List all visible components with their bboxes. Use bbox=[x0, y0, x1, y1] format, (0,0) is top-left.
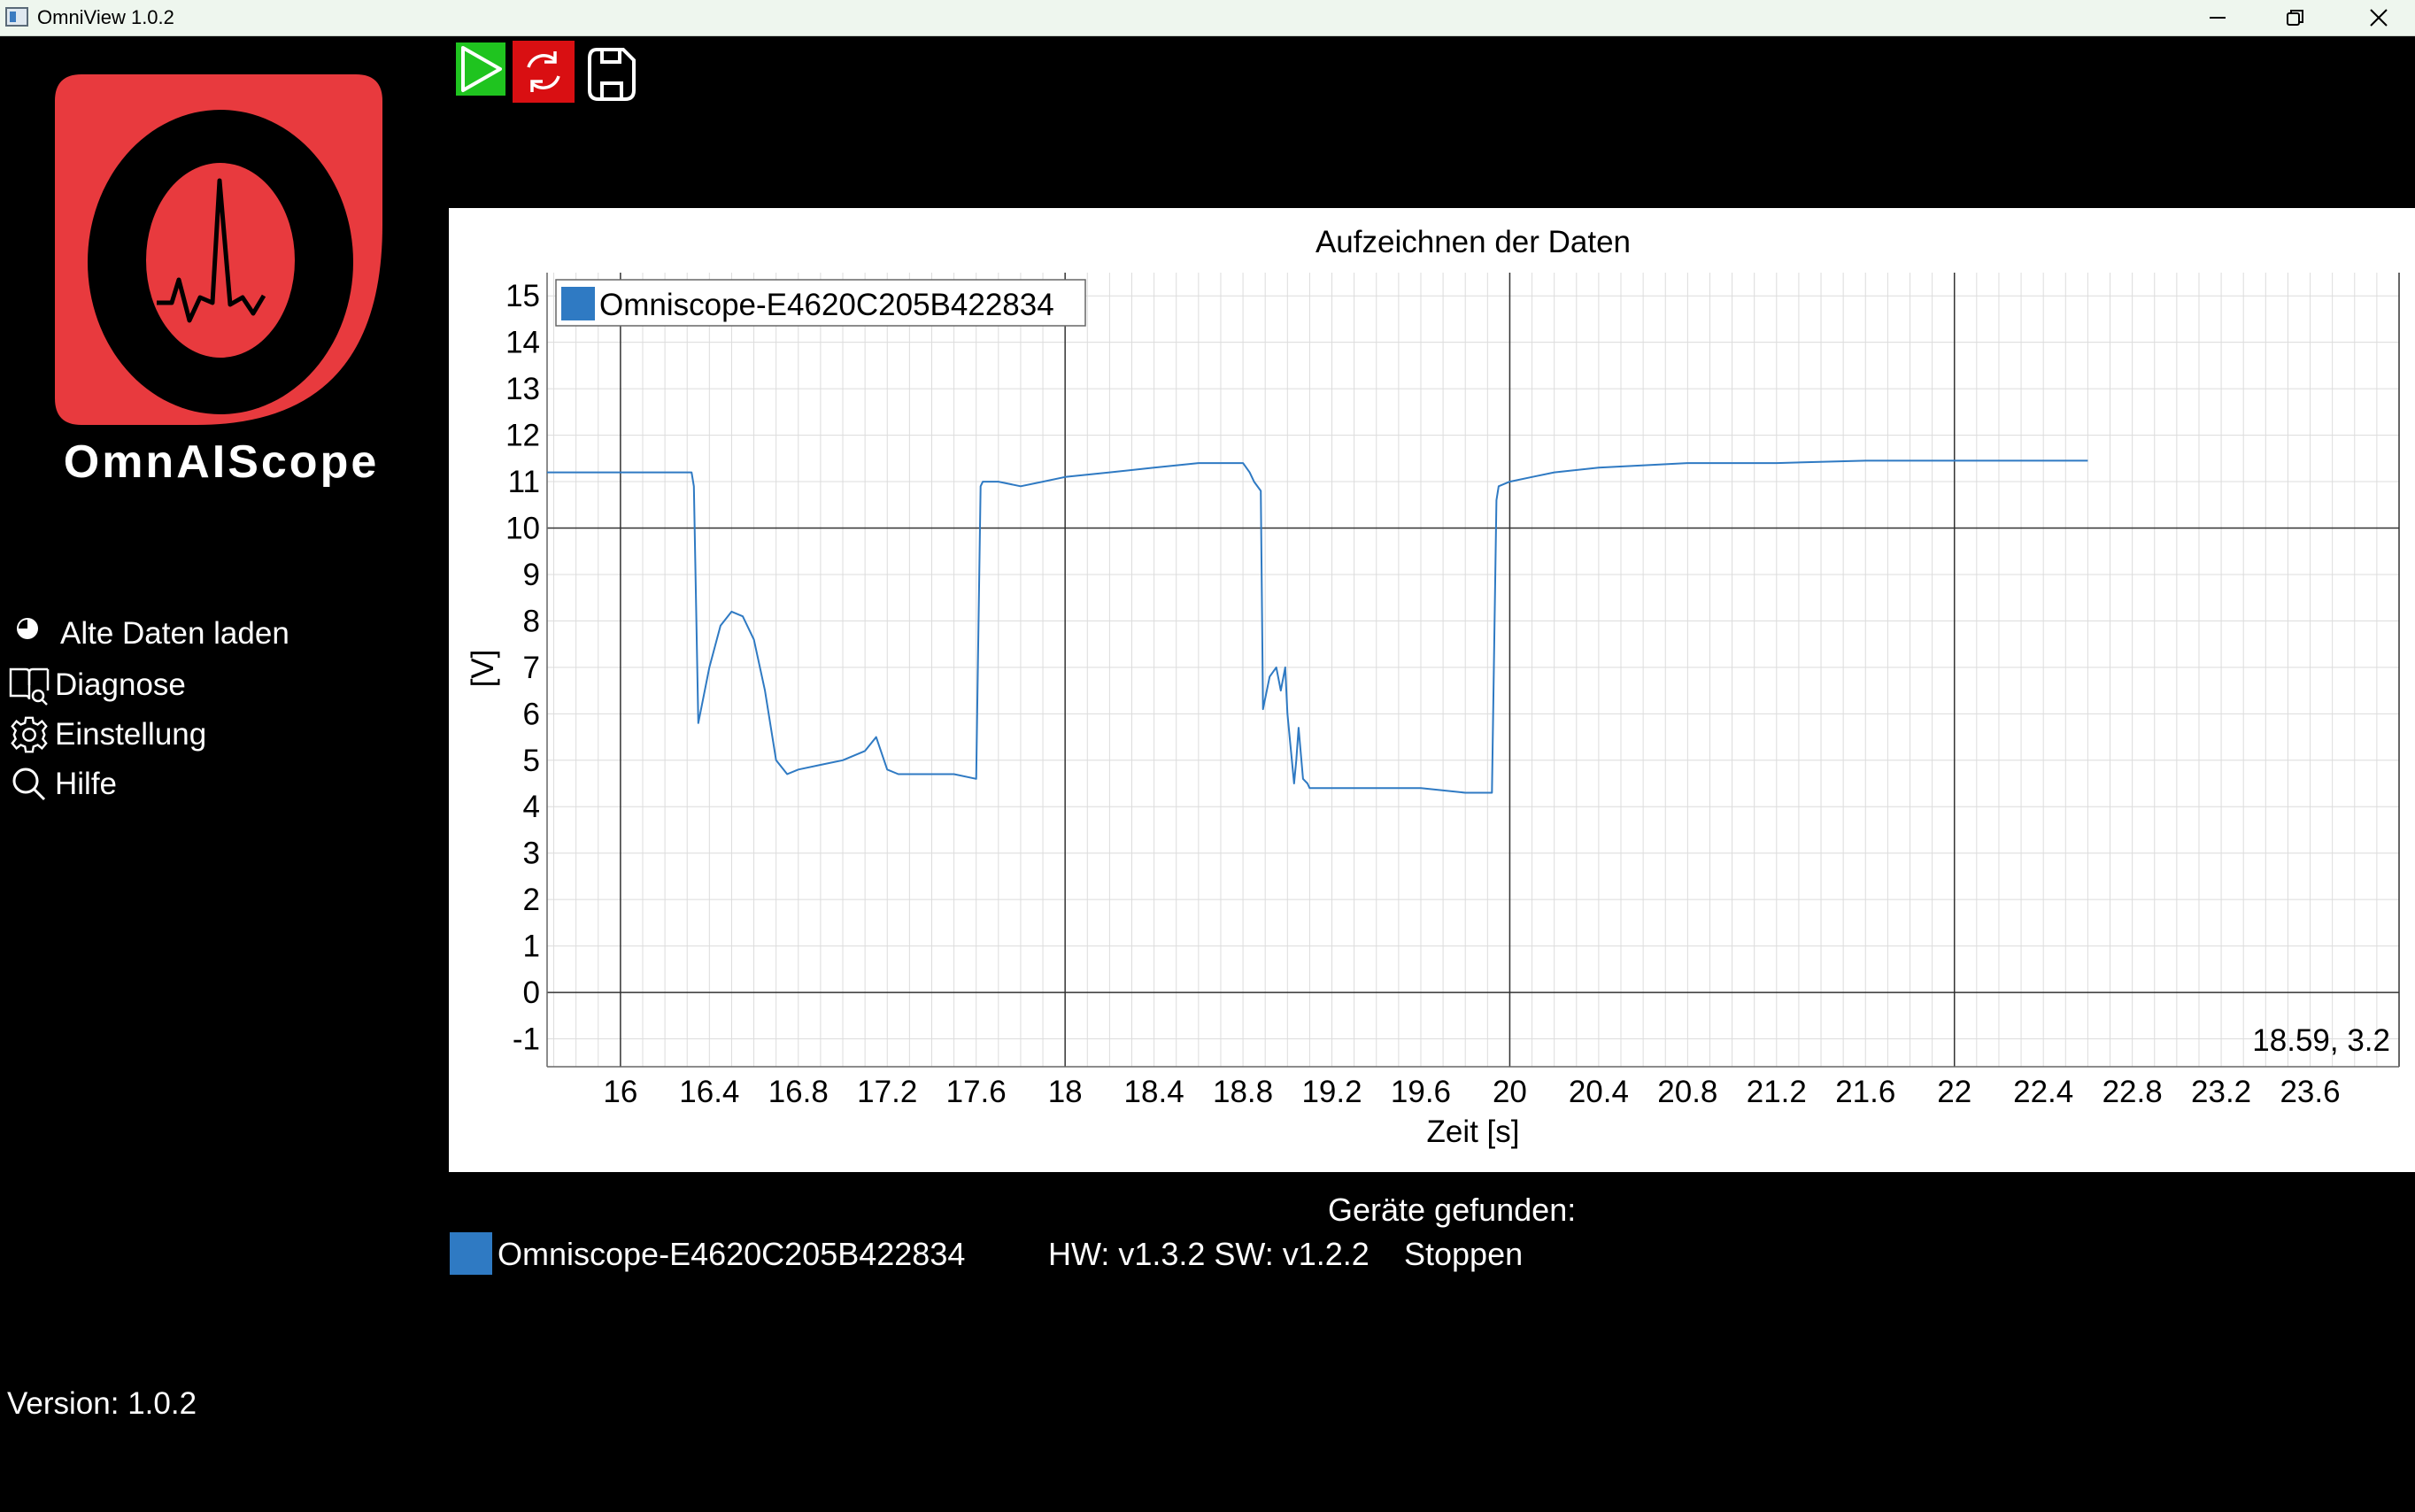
version-label: Version: 1.0.2 bbox=[7, 1386, 197, 1421]
minor-grid bbox=[547, 273, 2400, 1067]
chart-panel: 16 16.4 16.8 17.2 17.6 18 18.4 18.8 19.2 19.6 20 20… bbox=[449, 208, 2415, 1172]
y-tick-label: -1 bbox=[513, 1022, 540, 1057]
y-tick-label: 5 bbox=[523, 744, 540, 778]
restore-icon bbox=[2287, 10, 2303, 26]
x-tick-label: 22.4 bbox=[2013, 1075, 2073, 1109]
minimize-button[interactable] bbox=[2178, 0, 2257, 35]
sidebar-item-label: Hilfe bbox=[55, 767, 118, 801]
legend-swatch bbox=[561, 287, 595, 320]
x-tick-label: 16.8 bbox=[768, 1075, 829, 1109]
y-tick-label: 2 bbox=[523, 883, 540, 917]
x-tick-label: 16.4 bbox=[679, 1075, 739, 1109]
y-tick-label: 7 bbox=[523, 651, 540, 685]
omniscope-logo bbox=[55, 74, 382, 425]
x-tick-label: 19.2 bbox=[1301, 1075, 1362, 1109]
reset-button[interactable] bbox=[513, 41, 575, 103]
cursor-readout: 18.59, 3.2 bbox=[2252, 1023, 2390, 1058]
x-tick-labels: 16 16.4 16.8 17.2 17.6 18 18.4 18.8 19.2 19.6 20 20… bbox=[603, 1075, 2340, 1109]
x-tick-label: 22.8 bbox=[2103, 1075, 2163, 1109]
y-tick-label: 10 bbox=[505, 512, 540, 546]
voltage-chart[interactable]: 16 16.4 16.8 17.2 17.6 18 18.4 18.8 19.2 19.6 20 20… bbox=[449, 208, 2415, 1172]
save-button[interactable] bbox=[586, 46, 637, 103]
minimize-icon bbox=[2210, 17, 2226, 19]
x-tick-label: 22 bbox=[1937, 1075, 1971, 1109]
play-icon bbox=[456, 42, 505, 96]
sidebar-item-label: Diagnose bbox=[55, 667, 186, 702]
x-tick-label: 23.2 bbox=[2191, 1075, 2251, 1109]
y-tick-label: 4 bbox=[523, 790, 540, 824]
device-version: HW: v1.3.2 SW: v1.2.2 bbox=[1048, 1236, 1370, 1272]
x-tick-label: 17.6 bbox=[946, 1075, 1007, 1109]
app-icon bbox=[5, 7, 28, 27]
sidebar-item-settings[interactable]: Einstellung bbox=[7, 712, 206, 758]
major-grid bbox=[547, 273, 2400, 1067]
book-search-icon bbox=[7, 663, 51, 707]
x-tick-label: 21.2 bbox=[1747, 1075, 1807, 1109]
search-icon bbox=[7, 762, 51, 806]
close-icon bbox=[2370, 9, 2388, 27]
sidebar-item-load-data[interactable]: Alte Daten laden bbox=[7, 611, 289, 657]
series-line-omniscope bbox=[547, 459, 2088, 794]
devices-found-title: Geräte gefunden: bbox=[1328, 1192, 1577, 1228]
load-icon bbox=[7, 612, 51, 656]
close-button[interactable] bbox=[2339, 0, 2415, 35]
y-tick-label: 3 bbox=[523, 837, 540, 871]
sidebar-item-label: Einstellung bbox=[55, 717, 207, 752]
x-tick-label: 18 bbox=[1048, 1075, 1083, 1109]
play-button[interactable] bbox=[456, 42, 505, 96]
y-tick-labels: 1514131211109876543210-1 bbox=[505, 279, 540, 1056]
gear-icon bbox=[7, 713, 51, 757]
window-title: OmniView 1.0.2 bbox=[37, 6, 174, 28]
x-tick-label: 21.6 bbox=[1835, 1075, 1895, 1109]
y-tick-label: 0 bbox=[523, 976, 540, 1010]
x-tick-label: 20.8 bbox=[1657, 1075, 1717, 1109]
y-tick-label: 12 bbox=[505, 419, 540, 453]
brand-name: OmnAIScope bbox=[63, 436, 380, 488]
y-axis-label: [V] bbox=[466, 650, 500, 688]
y-tick-label: 13 bbox=[505, 372, 540, 406]
device-name: Omniscope-E4620C205B422834 bbox=[498, 1236, 966, 1272]
x-tick-label: 23.6 bbox=[2280, 1075, 2340, 1109]
y-tick-label: 9 bbox=[523, 558, 540, 592]
title-bar: OmniView 1.0.2 bbox=[0, 0, 2415, 36]
x-tick-label: 20.4 bbox=[1569, 1075, 1629, 1109]
save-icon bbox=[588, 48, 636, 101]
restore-button[interactable] bbox=[2256, 0, 2335, 35]
x-axis-label: Zeit [s] bbox=[1426, 1115, 1519, 1149]
legend-label: Omniscope-E4620C205B422834 bbox=[599, 288, 1054, 322]
y-tick-label: 1 bbox=[523, 930, 540, 964]
x-tick-label: 17.2 bbox=[857, 1075, 917, 1109]
chart-title: Aufzeichnen der Daten bbox=[1316, 225, 1631, 259]
x-tick-label: 16 bbox=[603, 1075, 637, 1109]
y-tick-label: 6 bbox=[523, 697, 540, 731]
y-tick-label: 8 bbox=[523, 604, 540, 638]
chart-legend: Omniscope-E4620C205B422834 bbox=[555, 279, 1086, 327]
sidebar-item-label: Alte Daten laden bbox=[60, 616, 289, 651]
x-tick-label: 18.4 bbox=[1124, 1075, 1184, 1109]
x-tick-label: 18.8 bbox=[1213, 1075, 1273, 1109]
sidebar-item-help[interactable]: Hilfe bbox=[7, 761, 117, 807]
y-tick-label: 15 bbox=[505, 279, 540, 313]
x-tick-label: 20 bbox=[1493, 1075, 1527, 1109]
y-tick-label: 14 bbox=[505, 326, 540, 360]
stop-button[interactable]: Stoppen bbox=[1404, 1236, 1523, 1273]
x-tick-label: 19.6 bbox=[1391, 1075, 1451, 1109]
refresh-icon bbox=[527, 51, 560, 92]
y-tick-label: 11 bbox=[508, 465, 540, 499]
device-color-swatch[interactable] bbox=[450, 1232, 492, 1275]
sidebar-item-diagnose[interactable]: Diagnose bbox=[7, 662, 186, 708]
